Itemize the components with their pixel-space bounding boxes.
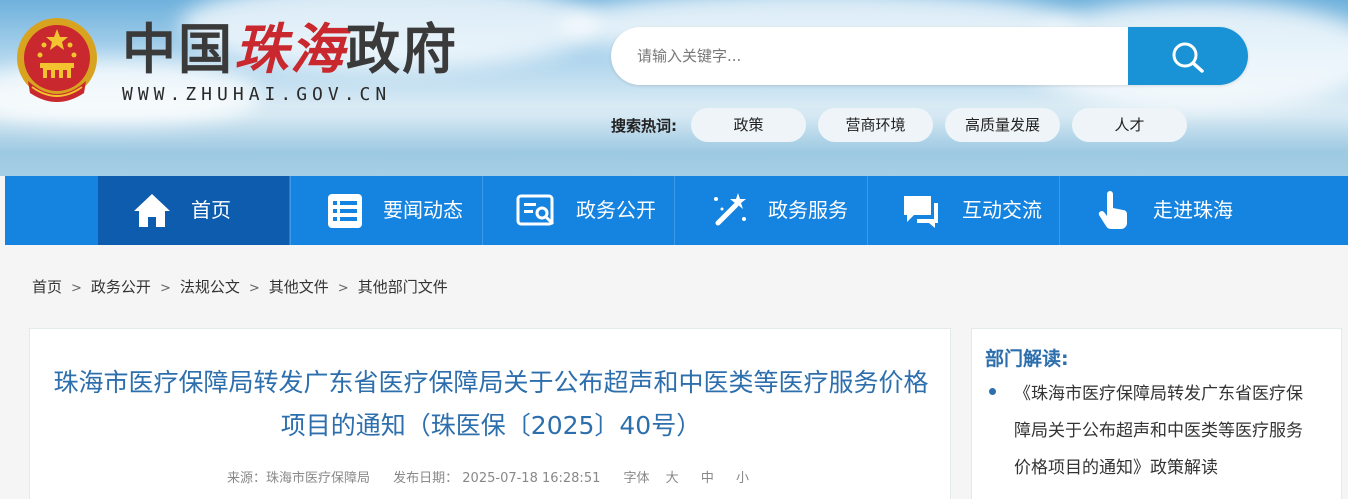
breadcrumb-separator: > bbox=[159, 281, 171, 296]
header-banner: 中国珠海政府 WWW.ZHUHAI.GOV.CN 搜索热词: 政策 营商环境 高… bbox=[0, 0, 1348, 176]
hot-tag[interactable]: 人才 bbox=[1072, 108, 1187, 142]
nav-label: 政务服务 bbox=[768, 198, 848, 222]
font-size-medium-button[interactable]: 中 bbox=[701, 471, 714, 486]
site-title: 中国珠海政府 bbox=[122, 16, 458, 82]
hot-search-label: 搜索热词: bbox=[611, 117, 677, 135]
breadcrumb-item[interactable]: 首页 bbox=[32, 278, 62, 296]
interpretation-link[interactable]: 《珠海市医疗保障局转发广东省医疗保障局关于公布超声和中医类等医疗服务价格项目的通… bbox=[1014, 376, 1314, 487]
nav-item-gov-services[interactable]: 政务服务 bbox=[674, 176, 866, 245]
article-meta: 来源：珠海市医疗保障局 发布日期： 2025-07-18 16:28:51 字体… bbox=[30, 467, 952, 486]
breadcrumb-separator: > bbox=[71, 281, 82, 296]
font-size-small-button[interactable]: 小 bbox=[736, 471, 749, 486]
breadcrumb-item[interactable]: 政务公开 bbox=[91, 278, 151, 296]
breadcrumb-separator: > bbox=[248, 281, 260, 296]
search-box bbox=[611, 27, 1248, 85]
site-title-part: 政府 bbox=[346, 17, 458, 81]
nav-label: 首页 bbox=[191, 198, 231, 222]
panel-title: 部门解读: bbox=[985, 348, 1069, 370]
national-emblem-icon bbox=[17, 18, 97, 102]
breadcrumb-item[interactable]: 其他文件 bbox=[269, 278, 329, 296]
search-icon bbox=[1172, 42, 1204, 73]
search-button[interactable] bbox=[1128, 27, 1248, 85]
site-title-city: 珠海 bbox=[234, 17, 346, 81]
breadcrumb-item[interactable]: 其他部门文件 bbox=[358, 278, 448, 296]
nav-label: 互动交流 bbox=[962, 198, 1042, 222]
article-title: 珠海市医疗保障局转发广东省医疗保障局关于公布超声和中医类等医疗服务价格项目的通知… bbox=[53, 368, 929, 440]
nav-item-interaction[interactable]: 互动交流 bbox=[867, 176, 1059, 245]
nav-label: 要闻动态 bbox=[383, 198, 463, 222]
font-size-label: 字体 bbox=[623, 471, 650, 486]
hot-tag[interactable]: 政策 bbox=[691, 108, 806, 142]
breadcrumb-separator: > bbox=[337, 281, 349, 296]
site-title-part: 中国 bbox=[122, 17, 234, 81]
site-url: WWW.ZHUHAI.GOV.CN bbox=[122, 84, 392, 105]
article-date: 发布日期： 2025-07-18 16:28:51 bbox=[393, 471, 601, 486]
nav-item-about-zhuhai[interactable]: 走进珠海 bbox=[1059, 176, 1251, 245]
breadcrumb-item[interactable]: 法规公文 bbox=[180, 278, 240, 296]
hot-tag[interactable]: 高质量发展 bbox=[945, 108, 1060, 142]
nav-item-news[interactable]: 要闻动态 bbox=[290, 176, 482, 245]
main-nav: 首页 要闻动态 政务公开 政务服务 互动交流 走进珠海 bbox=[5, 176, 1348, 245]
article-card: 珠海市医疗保障局转发广东省医疗保障局关于公布超声和中医类等医疗服务价格项目的通知… bbox=[29, 328, 951, 499]
breadcrumb: 首页 > 政务公开 > 法规公文 > 其他文件 > 其他部门文件 bbox=[32, 276, 448, 297]
department-interpretation-panel: 部门解读: 《珠海市医疗保障局转发广东省医疗保障局关于公布超声和中医类等医疗服务… bbox=[971, 328, 1342, 499]
nav-label: 政务公开 bbox=[576, 198, 656, 222]
font-size-large-button[interactable]: 大 bbox=[666, 471, 679, 486]
document-search-icon bbox=[516, 194, 555, 226]
list-icon bbox=[328, 194, 362, 228]
hot-tag[interactable]: 营商环境 bbox=[818, 108, 933, 142]
article-source: 来源：珠海市医疗保障局 bbox=[227, 471, 371, 486]
hand-pointer-icon bbox=[1098, 191, 1127, 229]
list-bullet bbox=[989, 388, 996, 395]
home-icon bbox=[134, 194, 170, 227]
nav-item-gov-affairs[interactable]: 政务公开 bbox=[482, 176, 674, 245]
nav-label: 走进珠海 bbox=[1153, 198, 1233, 222]
search-input[interactable] bbox=[611, 27, 1128, 85]
magic-wand-icon bbox=[714, 193, 746, 226]
chat-icon bbox=[904, 196, 938, 228]
nav-item-home[interactable]: 首页 bbox=[97, 176, 289, 245]
